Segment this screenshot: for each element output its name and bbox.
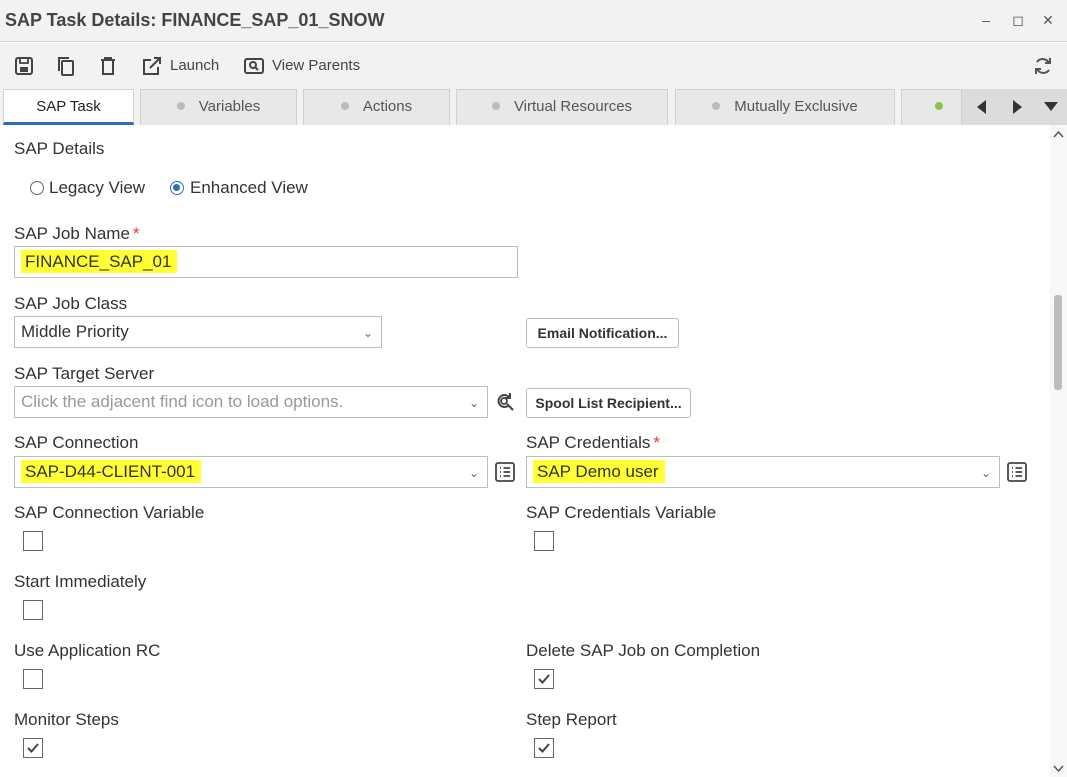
monitor-steps-label: Monitor Steps — [14, 710, 119, 729]
step-report-label: Step Report — [526, 710, 617, 729]
checkmark-icon — [27, 743, 39, 753]
credentials-list-icon[interactable] — [1006, 461, 1028, 483]
tab-virtual-resources[interactable]: Virtual Resources — [456, 89, 668, 125]
status-dot-icon — [934, 102, 943, 110]
job-name-input[interactable]: FINANCE_SAP_01 — [14, 246, 518, 278]
step-report-checkbox[interactable] — [534, 738, 554, 758]
tab-label: Actions — [362, 98, 413, 115]
credentials-label: SAP Credentials * — [526, 433, 660, 453]
connection-select[interactable]: SAP-D44-CLIENT-001 ⌄ — [14, 456, 488, 488]
credentials-label-text: SAP Credentials — [526, 433, 651, 452]
vertical-scrollbar[interactable] — [1050, 125, 1067, 777]
job-name-label-text: SAP Job Name — [14, 224, 130, 243]
close-button[interactable]: ✕ — [1038, 10, 1058, 30]
delete-on-completion-checkbox[interactable] — [534, 669, 554, 689]
required-marker: * — [653, 433, 661, 452]
tab-navigation — [962, 89, 1067, 125]
window-title: SAP Task Details: FINANCE_SAP_01_SNOW — [5, 10, 385, 30]
launch-button[interactable]: Launch — [170, 57, 219, 74]
delete-icon[interactable] — [97, 55, 119, 77]
delete-on-completion-label: Delete SAP Job on Completion — [526, 641, 761, 660]
job-class-label: SAP Job Class — [14, 294, 128, 313]
tab-label: SAP Task — [36, 98, 101, 115]
tab-overflow[interactable] — [901, 89, 962, 125]
tab-sap-task[interactable]: SAP Task — [3, 89, 134, 125]
spool-list-recipient-button[interactable]: Spool List Recipient... — [526, 388, 691, 418]
target-server-select[interactable]: Click the adjacent find icon to load opt… — [14, 386, 488, 418]
connection-variable-label: SAP Connection Variable — [14, 503, 205, 522]
tab-label: Variables — [198, 98, 261, 115]
view-parents-button[interactable]: View Parents — [272, 57, 360, 74]
checkmark-icon — [538, 743, 550, 753]
monitor-steps-checkbox[interactable] — [23, 738, 43, 758]
tab-bar: SAP Task Variables Actions Virtual Resou… — [0, 89, 1067, 125]
save-icon[interactable] — [13, 55, 35, 77]
legacy-view-label[interactable]: Legacy View — [49, 178, 145, 198]
use-app-rc-label: Use Application RC — [14, 641, 161, 660]
job-name-label: SAP Job Name * — [14, 224, 140, 244]
target-server-label: SAP Target Server — [14, 364, 155, 383]
use-app-rc-checkbox[interactable] — [23, 669, 43, 689]
scroll-up-icon[interactable] — [1053, 130, 1064, 138]
chevron-down-icon: ⌄ — [980, 466, 991, 480]
status-dot-icon — [340, 102, 349, 110]
legacy-view-radio[interactable] — [30, 181, 44, 195]
scroll-down-icon[interactable] — [1053, 765, 1064, 773]
minimize-button[interactable]: – — [976, 10, 996, 30]
launch-icon[interactable] — [141, 55, 163, 77]
chevron-down-icon: ⌄ — [362, 326, 373, 340]
target-server-placeholder: Click the adjacent find icon to load opt… — [21, 392, 344, 411]
enhanced-view-label[interactable]: Enhanced View — [190, 178, 308, 198]
tab-list-dropdown-icon[interactable] — [1043, 101, 1059, 113]
credentials-select[interactable]: SAP Demo user ⌄ — [526, 456, 1000, 488]
required-marker: * — [132, 224, 140, 243]
find-refresh-icon[interactable] — [494, 391, 516, 413]
tab-variables[interactable]: Variables — [140, 89, 297, 125]
checkmark-icon — [538, 674, 550, 684]
enhanced-view-radio[interactable] — [170, 181, 184, 195]
tab-mutually-exclusive[interactable]: Mutually Exclusive — [675, 89, 895, 125]
connection-variable-checkbox[interactable] — [23, 531, 43, 551]
chevron-down-icon: ⌄ — [468, 466, 479, 480]
refresh-icon[interactable] — [1032, 55, 1054, 77]
credentials-variable-label: SAP Credentials Variable — [526, 503, 717, 522]
job-name-value: FINANCE_SAP_01 — [21, 250, 178, 273]
connection-label: SAP Connection — [14, 433, 139, 452]
title-bar: SAP Task Details: FINANCE_SAP_01_SNOW – … — [0, 0, 1067, 42]
status-dot-icon — [176, 102, 185, 110]
connection-value: SAP-D44-CLIENT-001 — [21, 460, 202, 483]
email-notification-button[interactable]: Email Notification... — [526, 318, 679, 348]
status-dot-icon — [712, 102, 721, 110]
toolbar: Launch View Parents — [0, 43, 1067, 89]
tab-label: Virtual Resources — [513, 98, 633, 115]
section-title: SAP Details — [14, 139, 105, 158]
credentials-value: SAP Demo user — [533, 460, 665, 483]
tab-scroll-right-icon[interactable] — [1012, 99, 1024, 115]
chevron-down-icon: ⌄ — [468, 396, 479, 410]
tab-actions[interactable]: Actions — [303, 89, 450, 125]
job-class-select[interactable]: Middle Priority ⌄ — [14, 316, 382, 348]
job-class-value: Middle Priority — [21, 322, 129, 341]
status-dot-icon — [491, 102, 500, 110]
connection-list-icon[interactable] — [494, 461, 516, 483]
start-immediately-checkbox[interactable] — [23, 600, 43, 620]
credentials-variable-checkbox[interactable] — [534, 531, 554, 551]
tab-scroll-left-icon[interactable] — [975, 99, 987, 115]
copy-icon[interactable] — [55, 55, 77, 77]
view-parents-icon[interactable] — [243, 55, 265, 77]
maximize-button[interactable]: ◻ — [1008, 10, 1028, 30]
tab-label: Mutually Exclusive — [734, 98, 858, 115]
scrollbar-thumb[interactable] — [1054, 295, 1062, 390]
start-immediately-label: Start Immediately — [14, 572, 147, 591]
form-panel — [0, 125, 1050, 777]
